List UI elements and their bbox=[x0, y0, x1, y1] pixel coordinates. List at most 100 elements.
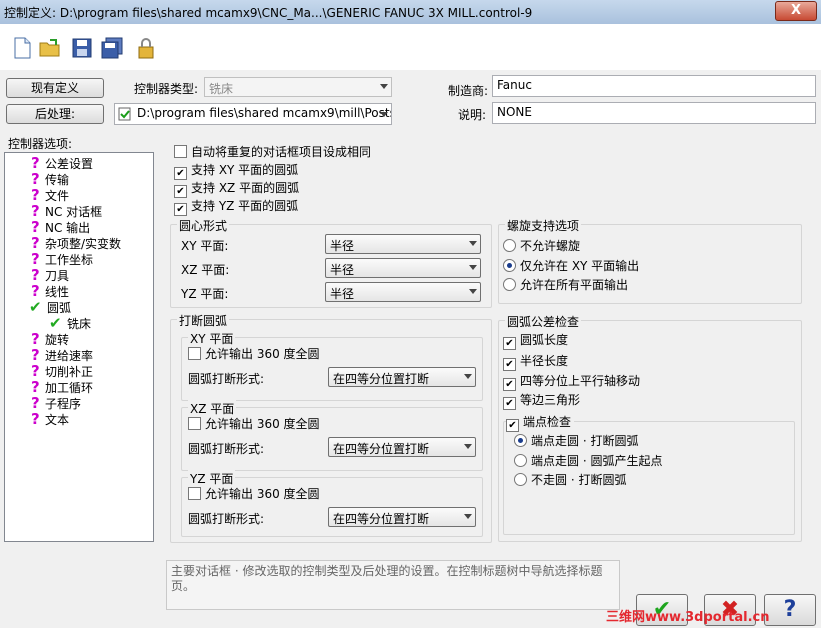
help-button[interactable]: ? bbox=[764, 594, 816, 626]
checkbox-box[interactable] bbox=[174, 145, 187, 158]
tree-item-nc-dialog[interactable]: ? NC 对话框 bbox=[31, 203, 102, 219]
equilateral-checkbox[interactable]: ✔ 等边三角形 bbox=[503, 392, 580, 410]
tree-item-cutter-comp[interactable]: ? 切削补正 bbox=[31, 363, 93, 379]
checkbox-box[interactable]: ✔ bbox=[174, 185, 187, 198]
allow-360-xz-checkbox[interactable]: 允许输出 360 度全圆 bbox=[188, 416, 320, 432]
checkbox-box[interactable] bbox=[188, 417, 201, 430]
controller-options-tree: ? 公差设置 ? 传输 ? 文件 ? NC 对话框 ? NC 输出 ? 杂项整/实变数 ? 工… bbox=[4, 152, 154, 542]
center-yz-select[interactable]: 半径 bbox=[325, 282, 481, 302]
radius-length-checkbox[interactable]: ✔ 半径长度 bbox=[503, 353, 568, 371]
radio-circle[interactable] bbox=[514, 473, 527, 486]
tree-item-nc-output[interactable]: ? NC 输出 bbox=[31, 219, 90, 235]
manufacturer-field[interactable]: Fanuc bbox=[492, 75, 816, 97]
tree-item-file[interactable]: ? 文件 bbox=[31, 187, 69, 203]
close-button[interactable]: X bbox=[775, 1, 817, 21]
chevron-down-icon bbox=[464, 514, 472, 519]
xz-arc-checkbox[interactable]: ✔ 支持 XZ 平面的圆弧 bbox=[174, 180, 299, 198]
checkbox-box[interactable] bbox=[188, 487, 201, 500]
post-path-value: D:\program files\shared mcamx9\mill\Post… bbox=[137, 106, 391, 120]
lock-icon[interactable] bbox=[134, 36, 158, 60]
checkbox-label: 允许输出 360 度全圆 bbox=[205, 487, 320, 501]
radio-circle[interactable] bbox=[503, 278, 516, 291]
manufacturer-label: 制造商: bbox=[448, 84, 489, 98]
tree-item-label: 杂项整/实变数 bbox=[45, 237, 122, 251]
break-xy-select[interactable]: 在四等分位置打断 bbox=[328, 367, 476, 387]
no-arc-break-radio[interactable]: 不走圆 · 打断圆弧 bbox=[514, 472, 626, 488]
tree-item-subprogram[interactable]: ? 子程序 bbox=[31, 395, 81, 411]
save-icon[interactable] bbox=[70, 36, 94, 60]
checkbox-box[interactable] bbox=[188, 347, 201, 360]
question-icon: ? bbox=[31, 154, 40, 172]
checkmark-icon: ✔ bbox=[49, 314, 62, 332]
tree-item-label: 工作坐标 bbox=[45, 253, 94, 267]
chevron-down-icon bbox=[380, 84, 388, 89]
break-arcs-group: 打断圆弧 XY 平面 允许输出 360 度全圆 圆弧打断形式: 在四等分位置打断… bbox=[170, 312, 492, 543]
tree-item-label: 子程序 bbox=[45, 397, 82, 411]
xy-arc-checkbox[interactable]: ✔ 支持 XY 平面的圆弧 bbox=[174, 162, 298, 180]
window-title: 控制定义: D:\program files\shared mcamx9\CNC… bbox=[4, 6, 533, 20]
tree-item-tool[interactable]: ? 刀具 bbox=[31, 267, 69, 283]
radio-circle[interactable] bbox=[514, 434, 527, 447]
helix-xy-only-radio[interactable]: 仅允许在 XY 平面输出 bbox=[503, 258, 639, 274]
break-xz-select[interactable]: 在四等分位置打断 bbox=[328, 437, 476, 457]
new-file-icon[interactable] bbox=[10, 36, 34, 60]
tree-item-tolerance[interactable]: ? 公差设置 bbox=[31, 155, 93, 171]
tree-item-label: NC 输出 bbox=[45, 221, 91, 235]
break-yz-label: 圆弧打断形式: bbox=[188, 512, 265, 526]
tree-item-arc[interactable]: ✔ 圆弧 bbox=[29, 299, 71, 315]
break-xz-title: XZ 平面 bbox=[188, 400, 237, 417]
checkbox-box[interactable]: ✔ bbox=[174, 203, 187, 216]
select-value: 在四等分位置打断 bbox=[333, 372, 430, 386]
endpoint-arc-start-radio[interactable]: 端点走圆 · 圆弧产生起点 bbox=[514, 453, 662, 469]
checkbox-box[interactable]: ✔ bbox=[506, 419, 519, 432]
post-processor-button[interactable]: 后处理: bbox=[6, 104, 104, 124]
tree-item-mill[interactable]: ✔ 铣床 bbox=[49, 315, 91, 331]
endpoint-check-checkbox[interactable]: ✔ 端点检查 bbox=[506, 414, 575, 432]
save-as-icon[interactable] bbox=[100, 36, 124, 60]
current-definition-button[interactable]: 现有定义 bbox=[6, 78, 104, 98]
arc-length-checkbox[interactable]: ✔ 圆弧长度 bbox=[503, 332, 568, 350]
center-xy-select[interactable]: 半径 bbox=[325, 234, 481, 254]
tree-item-label: 文本 bbox=[45, 413, 70, 427]
allow-360-yz-checkbox[interactable]: 允许输出 360 度全圆 bbox=[188, 486, 320, 502]
checkbox-box[interactable]: ✔ bbox=[503, 358, 516, 371]
open-folder-icon[interactable] bbox=[38, 36, 62, 60]
select-value: 在四等分位置打断 bbox=[333, 442, 430, 456]
checkbox-label: 等边三角形 bbox=[520, 393, 581, 407]
question-icon: ? bbox=[31, 234, 40, 252]
question-icon: ? bbox=[31, 186, 40, 204]
tree-item-misc-vars[interactable]: ? 杂项整/实变数 bbox=[31, 235, 121, 251]
checkbox-label: 自动将重复的对话框项目设成相同 bbox=[191, 145, 372, 159]
tree-item-transfer[interactable]: ? 传输 bbox=[31, 171, 69, 187]
checkbox-box[interactable]: ✔ bbox=[503, 397, 516, 410]
tree-item-linear[interactable]: ? 线性 bbox=[31, 283, 69, 299]
checkbox-label: 支持 XZ 平面的圆弧 bbox=[191, 181, 300, 195]
endpoint-arc-break-radio[interactable]: 端点走圆 · 打断圆弧 bbox=[514, 433, 638, 449]
question-icon: ? bbox=[31, 202, 40, 220]
tree-item-text[interactable]: ? 文本 bbox=[31, 411, 69, 427]
quadrant-parallel-checkbox[interactable]: ✔ 四等分位上平行轴移动 bbox=[503, 373, 640, 391]
break-yz-select[interactable]: 在四等分位置打断 bbox=[328, 507, 476, 527]
radio-label: 允许在所有平面输出 bbox=[520, 278, 629, 292]
center-xz-select[interactable]: 半径 bbox=[325, 258, 481, 278]
controller-type-value: 铣床 bbox=[209, 82, 234, 96]
yz-arc-checkbox[interactable]: ✔ 支持 YZ 平面的圆弧 bbox=[174, 198, 298, 216]
select-value: 在四等分位置打断 bbox=[333, 512, 430, 526]
description-field[interactable]: NONE bbox=[492, 102, 816, 124]
tree-item-label: 文件 bbox=[45, 189, 70, 203]
tree-item-rotary[interactable]: ? 旋转 bbox=[31, 331, 69, 347]
post-path-select[interactable]: D:\program files\shared mcamx9\mill\Post… bbox=[114, 103, 392, 125]
tree-item-canned-cycle[interactable]: ? 加工循环 bbox=[31, 379, 93, 395]
helix-all-planes-radio[interactable]: 允许在所有平面输出 bbox=[503, 277, 628, 293]
radio-circle[interactable] bbox=[514, 454, 527, 467]
tree-item-feedrate[interactable]: ? 进给速率 bbox=[31, 347, 93, 363]
helix-none-radio[interactable]: 不允许螺旋 bbox=[503, 238, 580, 254]
tree-item-work-coords[interactable]: ? 工作坐标 bbox=[31, 251, 93, 267]
allow-360-xy-checkbox[interactable]: 允许输出 360 度全圆 bbox=[188, 346, 320, 362]
radio-circle[interactable] bbox=[503, 239, 516, 252]
radio-circle[interactable] bbox=[503, 259, 516, 272]
checkbox-box[interactable]: ✔ bbox=[174, 167, 187, 180]
checkbox-box[interactable]: ✔ bbox=[503, 337, 516, 350]
checkbox-box[interactable]: ✔ bbox=[503, 378, 516, 391]
same-items-checkbox[interactable]: 自动将重复的对话框项目设成相同 bbox=[174, 144, 371, 160]
